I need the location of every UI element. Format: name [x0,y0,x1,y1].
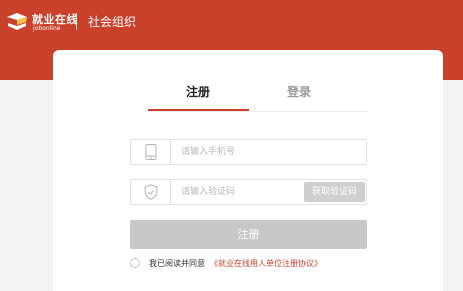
get-code-button[interactable]: 获取验证码 [304,182,365,202]
phone-icon-box [131,140,171,164]
page-title: 社会组织 [88,15,137,29]
agreement-row: 我已阅读并同意 《就业在线用人单位注册协议》 [130,257,390,271]
phone-field [130,139,367,165]
shield-icon [144,184,158,200]
active-tab-indicator [148,109,249,111]
auth-tabs: 注册 登录 [53,50,443,112]
logo-mark-icon [7,13,27,30]
code-input[interactable] [172,180,302,204]
logo[interactable]: 就业在线 jobonline [4,10,78,34]
tabs-divider [148,111,368,112]
code-field: 获取验证码 [130,179,367,205]
agreement-text: 我已阅读并同意 [149,259,205,268]
phone-icon [145,144,157,160]
tab-login[interactable]: 登录 [287,83,311,100]
tab-register[interactable]: 注册 [186,83,210,100]
header-divider [76,13,77,30]
phone-input[interactable] [172,140,302,164]
shield-icon-box [131,180,171,204]
auth-card: 注册 登录 获取验证码 注册 我已阅读并同意 《就业在线用人单位注册协议》 [53,50,443,291]
logo-text-en: jobonline [33,25,61,32]
agreement-link[interactable]: 《就业在线用人单位注册协议》 [210,258,322,269]
register-button[interactable]: 注册 [130,220,367,249]
agreement-checkbox[interactable] [130,258,140,268]
